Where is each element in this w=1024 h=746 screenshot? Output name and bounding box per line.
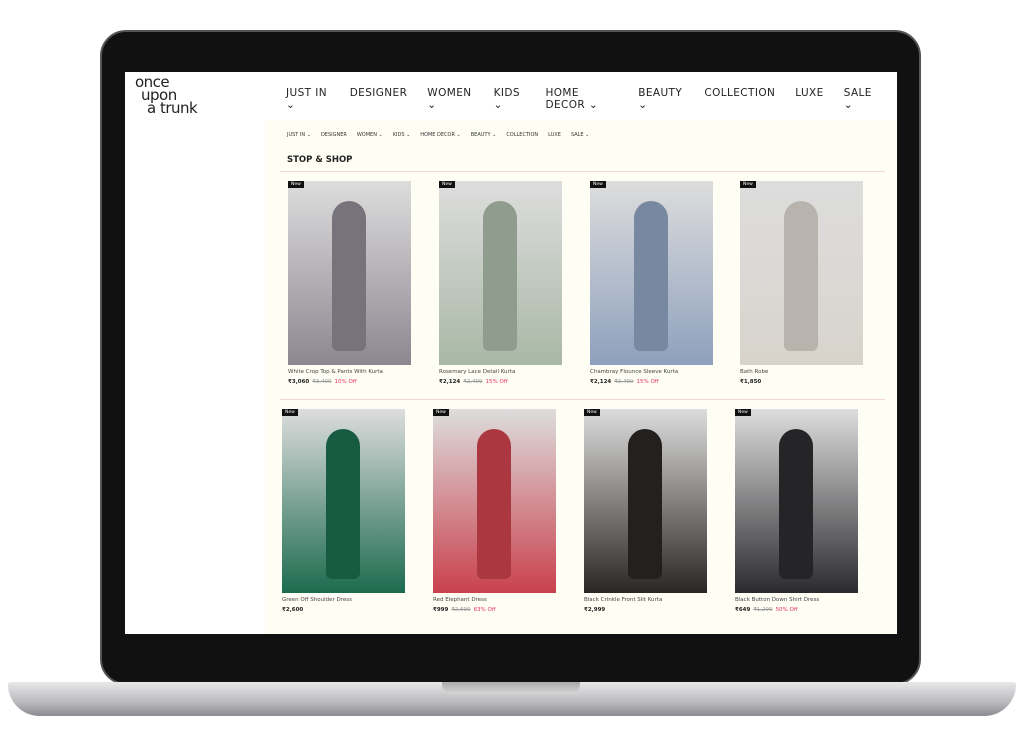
product-image[interactable]: New bbox=[584, 409, 707, 593]
new-badge: New bbox=[282, 409, 298, 416]
nav-item[interactable]: KIDS ⌄ bbox=[393, 132, 411, 138]
price: ₹2,124 bbox=[439, 379, 461, 385]
product-card[interactable]: New White Crop Top & Pants With Kurta ₹3… bbox=[288, 181, 411, 385]
nav-item[interactable]: COLLECTION bbox=[704, 87, 775, 111]
product-price-row: ₹1,850 bbox=[740, 379, 863, 385]
nav-item[interactable]: WOMEN ⌄ bbox=[357, 132, 383, 138]
main-nav: JUST IN ⌄ DESIGNER WOMEN ⌄ KIDS ⌄ HOME DECOR… bbox=[286, 87, 897, 111]
product-card[interactable]: New Red Elephant Dress ₹999 ₹2,699 63% Off bbox=[433, 409, 556, 613]
divider bbox=[280, 399, 885, 400]
product-card[interactable]: New Green Off Shoulder Dress ₹2,600 bbox=[282, 409, 405, 613]
original-price: ₹3,400 bbox=[312, 379, 332, 385]
product-card[interactable]: New Chambray Flounce Sleeve Kurta ₹2,124… bbox=[590, 181, 713, 385]
product-card[interactable]: New Black Crinkle Front Slit Kurta ₹2,99… bbox=[584, 409, 707, 613]
product-card[interactable]: New Bath Robe ₹1,850 bbox=[740, 181, 863, 385]
product-figure bbox=[779, 429, 813, 579]
product-image[interactable]: New bbox=[590, 181, 713, 365]
logo[interactable]: once upon a trunk bbox=[135, 75, 198, 116]
original-price: ₹2,699 bbox=[451, 607, 471, 613]
nav-item[interactable]: DESIGNER bbox=[350, 87, 408, 111]
product-price-row: ₹2,600 bbox=[282, 607, 405, 613]
new-badge: New bbox=[584, 409, 600, 416]
discount: 15% Off bbox=[636, 379, 659, 385]
product-figure bbox=[628, 429, 662, 579]
new-badge: New bbox=[740, 181, 756, 188]
nav-item[interactable]: JUST IN ⌄ bbox=[287, 132, 311, 138]
original-price: ₹2,499 bbox=[463, 379, 483, 385]
nav-item[interactable]: KIDS ⌄ bbox=[494, 87, 526, 111]
nav-item[interactable]: LUXE bbox=[795, 87, 823, 111]
product-name[interactable]: Red Elephant Dress bbox=[433, 597, 556, 603]
product-image[interactable]: New bbox=[740, 181, 863, 365]
original-price: ₹2,499 bbox=[614, 379, 634, 385]
product-price-row: ₹2,124 ₹2,499 15% Off bbox=[590, 379, 713, 385]
product-price-row: ₹3,060 ₹3,400 10% Off bbox=[288, 379, 411, 385]
product-image[interactable]: New bbox=[439, 181, 562, 365]
product-price-row: ₹999 ₹2,699 63% Off bbox=[433, 607, 556, 613]
nav-item[interactable]: SALE ⌄ bbox=[571, 132, 589, 138]
new-badge: New bbox=[590, 181, 606, 188]
product-figure bbox=[477, 429, 511, 579]
price: ₹3,060 bbox=[288, 379, 310, 385]
product-name[interactable]: Green Off Shoulder Dress bbox=[282, 597, 405, 603]
product-image[interactable]: New bbox=[282, 409, 405, 593]
original-price: ₹1,299 bbox=[753, 607, 773, 613]
product-figure bbox=[483, 201, 517, 351]
nav-item[interactable]: WOMEN ⌄ bbox=[427, 87, 473, 111]
product-figure bbox=[332, 201, 366, 351]
product-image[interactable]: New bbox=[735, 409, 858, 593]
content-panel: JUST IN ⌄ DESIGNER WOMEN ⌄ KIDS ⌄ HOME DECOR… bbox=[265, 120, 897, 634]
price: ₹2,999 bbox=[584, 607, 606, 613]
product-name[interactable]: Rosemary Lace Detail Kurta bbox=[439, 369, 562, 375]
new-badge: New bbox=[735, 409, 751, 416]
nav-item[interactable]: SALE ⌄ bbox=[844, 87, 877, 111]
product-name[interactable]: Black Crinkle Front Slit Kurta bbox=[584, 597, 707, 603]
product-price-row: ₹2,999 bbox=[584, 607, 707, 613]
sub-nav: JUST IN ⌄ DESIGNER WOMEN ⌄ KIDS ⌄ HOME DECOR… bbox=[287, 132, 599, 138]
product-name[interactable]: Bath Robe bbox=[740, 369, 863, 375]
product-name[interactable]: Chambray Flounce Sleeve Kurta bbox=[590, 369, 713, 375]
product-figure bbox=[784, 201, 818, 351]
product-image[interactable]: New bbox=[288, 181, 411, 365]
discount: 50% Off bbox=[775, 607, 798, 613]
product-figure bbox=[634, 201, 668, 351]
product-image[interactable]: New bbox=[433, 409, 556, 593]
price: ₹2,124 bbox=[590, 379, 612, 385]
product-figure bbox=[326, 429, 360, 579]
nav-item[interactable]: COLLECTION bbox=[506, 132, 538, 138]
nav-item[interactable]: DESIGNER bbox=[321, 132, 347, 138]
new-badge: New bbox=[288, 181, 304, 188]
divider bbox=[280, 171, 885, 172]
product-card[interactable]: New Rosemary Lace Detail Kurta ₹2,124 ₹2,… bbox=[439, 181, 562, 385]
nav-item[interactable]: HOME DECOR ⌄ bbox=[420, 132, 460, 138]
nav-item[interactable]: LUXE bbox=[548, 132, 561, 138]
nav-item[interactable]: JUST IN ⌄ bbox=[286, 87, 330, 111]
product-price-row: ₹649 ₹1,299 50% Off bbox=[735, 607, 858, 613]
price: ₹1,850 bbox=[740, 379, 762, 385]
laptop-notch bbox=[442, 682, 580, 694]
product-card[interactable]: New Black Button Down Shirt Dress ₹649 ₹1… bbox=[735, 409, 858, 613]
product-name[interactable]: White Crop Top & Pants With Kurta bbox=[288, 369, 411, 375]
price: ₹649 bbox=[735, 607, 751, 613]
product-price-row: ₹2,124 ₹2,499 15% Off bbox=[439, 379, 562, 385]
new-badge: New bbox=[439, 181, 455, 188]
nav-item[interactable]: BEAUTY ⌄ bbox=[638, 87, 684, 111]
price: ₹999 bbox=[433, 607, 449, 613]
nav-item[interactable]: BEAUTY ⌄ bbox=[471, 132, 497, 138]
discount: 10% Off bbox=[334, 379, 357, 385]
section-title: STOP & SHOP bbox=[287, 155, 353, 165]
price: ₹2,600 bbox=[282, 607, 304, 613]
screen: once upon a trunk JUST IN ⌄ DESIGNER WOMEN… bbox=[125, 72, 897, 634]
product-name[interactable]: Black Button Down Shirt Dress bbox=[735, 597, 858, 603]
discount: 63% Off bbox=[473, 607, 496, 613]
new-badge: New bbox=[433, 409, 449, 416]
nav-item[interactable]: HOME DECOR ⌄ bbox=[545, 87, 618, 111]
discount: 15% Off bbox=[485, 379, 508, 385]
